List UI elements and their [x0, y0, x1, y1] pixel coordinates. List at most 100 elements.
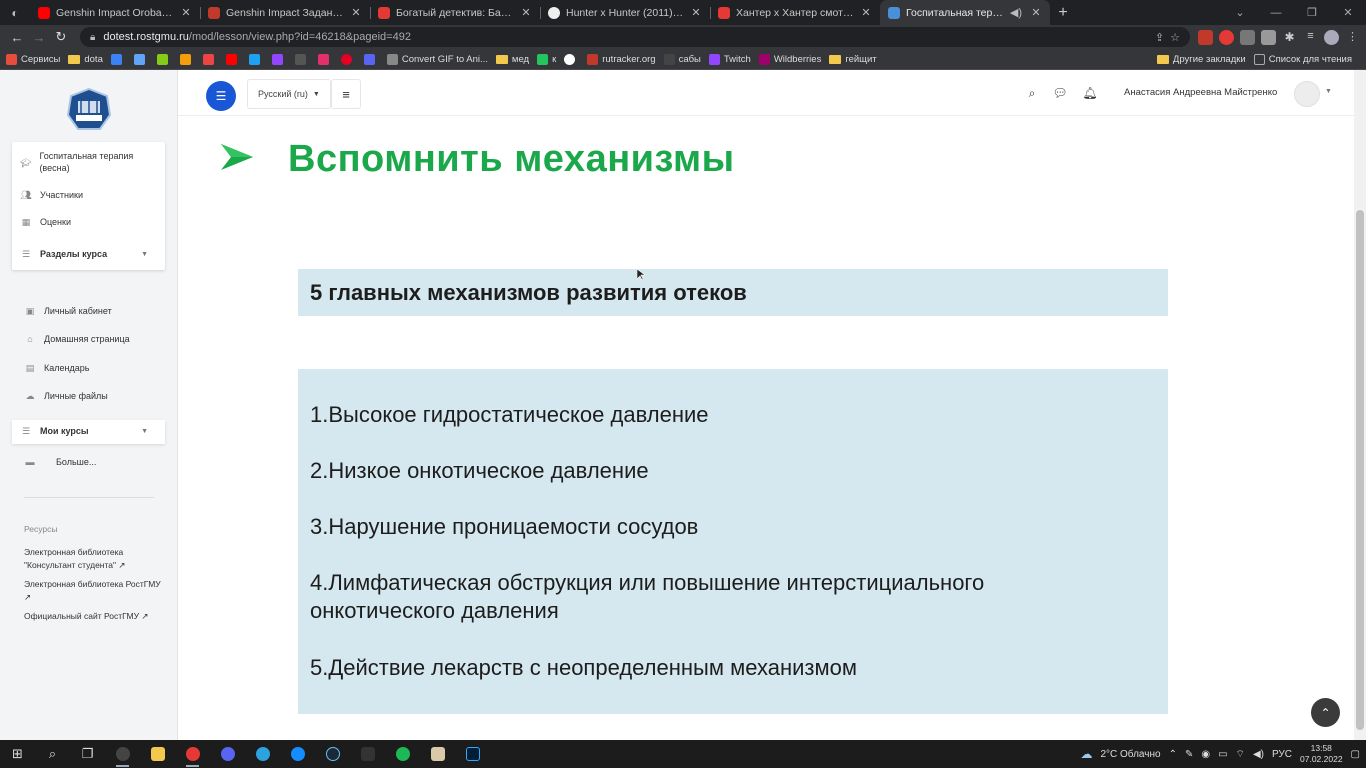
tab-search-icon[interactable]: ◐: [0, 0, 30, 25]
sidebar-item-my-courses[interactable]: ☰ Мои курсы ▼: [20, 426, 160, 436]
reading-list[interactable]: Список для чтения: [1253, 53, 1352, 65]
notifications-icon[interactable]: ▢: [1351, 749, 1360, 760]
close-icon[interactable]: ✕: [180, 6, 192, 19]
input-language[interactable]: РУС: [1272, 749, 1292, 760]
bookmark-item[interactable]: [564, 53, 579, 65]
language-select[interactable]: Русский (ru) ▼: [247, 79, 331, 109]
taskbar-app-obs[interactable]: [105, 740, 140, 768]
bookmark-folder[interactable]: гейщит: [829, 54, 877, 65]
volume-icon[interactable]: ◀): [1253, 749, 1264, 760]
taskbar-app-discord[interactable]: [210, 740, 245, 768]
page-scrollbar[interactable]: [1354, 70, 1366, 740]
resource-link-library[interactable]: Электронная библиотека РостГМУ ↗: [24, 578, 164, 603]
bookmark-folder[interactable]: Другие закладки: [1156, 54, 1246, 65]
taskbar-app-battlenet[interactable]: [280, 740, 315, 768]
tab-3[interactable]: Hunter x Hunter (2011) / Аниме ✕: [540, 0, 710, 25]
battery-icon[interactable]: ▭: [1218, 749, 1227, 760]
extension-icon[interactable]: [1240, 29, 1255, 45]
maximize-icon[interactable]: ❐: [1294, 0, 1330, 25]
new-tab-button[interactable]: +: [1050, 0, 1076, 25]
rostgmu-logo[interactable]: [66, 87, 112, 133]
clock[interactable]: 13:58 07.02.2022: [1300, 743, 1343, 765]
taskbar-app-photoshop[interactable]: [455, 740, 490, 768]
window-close-icon[interactable]: ✕: [1330, 0, 1366, 25]
search-icon[interactable]: ⌕: [1024, 85, 1040, 101]
chevron-down-icon[interactable]: ▼: [1325, 88, 1332, 95]
taskbar-app-steam[interactable]: [315, 740, 350, 768]
sidebar-item-participants[interactable]: 👥︎ Участники: [20, 190, 83, 200]
sidebar-item-grades[interactable]: ▦ Оценки: [20, 217, 71, 227]
extension-icon[interactable]: [1261, 29, 1276, 45]
taskbar-app-explorer[interactable]: [140, 740, 175, 768]
close-icon[interactable]: ✕: [350, 6, 362, 19]
tab-0[interactable]: Genshin Impact Orobashi's Legac ✕: [30, 0, 200, 25]
bookmark-item[interactable]: [110, 53, 126, 65]
tab-4[interactable]: Хантер х Хантер смотреть онла ✕: [710, 0, 880, 25]
bookmark-item[interactable]: [179, 53, 195, 65]
sidebar-item-sections[interactable]: ☰ Разделы курса ▼: [20, 249, 160, 259]
weather-cloud-icon[interactable]: ☁︎: [1080, 747, 1092, 761]
taskbar-app-telegram[interactable]: [245, 740, 280, 768]
sidebar-item-more[interactable]: ▬ Больше...: [24, 457, 97, 467]
resource-link-official-site[interactable]: Официальный сайт РостГМУ ↗: [24, 610, 164, 623]
taskbar-app-chrome[interactable]: [175, 740, 210, 768]
scrollbar-thumb[interactable]: [1356, 210, 1364, 730]
weather-label[interactable]: 2°C Облачно: [1100, 749, 1160, 760]
close-icon[interactable]: ✕: [1030, 6, 1042, 19]
discord-tray-icon[interactable]: ◉: [1201, 749, 1210, 760]
bookmark-item[interactable]: Сервисы: [6, 53, 60, 65]
taskbar-app-paint[interactable]: [420, 740, 455, 768]
user-name[interactable]: Анастасия Андреевна Майстренко: [1124, 87, 1277, 98]
windows-start-icon[interactable]: ⊞: [0, 740, 35, 768]
bookmark-item[interactable]: [133, 53, 149, 65]
chevron-up-icon[interactable]: ⌃: [1169, 749, 1177, 760]
profile-avatar[interactable]: [1324, 29, 1339, 45]
sidebar-item-calendar[interactable]: ▤ Календарь: [24, 363, 90, 373]
bookmark-item[interactable]: [294, 53, 310, 65]
drawer-toggle-button[interactable]: ☰: [206, 81, 236, 111]
avatar[interactable]: [1294, 81, 1320, 107]
bookmark-item[interactable]: [340, 53, 356, 65]
media-icon[interactable]: ≡: [1303, 30, 1318, 45]
bookmark-item[interactable]: [202, 53, 218, 65]
tab-5-active[interactable]: Госпитальная терапия (весна) ◀) ✕: [880, 0, 1050, 25]
bookmark-folder[interactable]: dota: [68, 54, 103, 65]
network-icon[interactable]: ⌔: [1236, 748, 1245, 761]
pen-icon[interactable]: ✎: [1185, 749, 1193, 760]
adblock-icon[interactable]: [1198, 29, 1213, 45]
notifications-bell-icon[interactable]: 🔔︎: [1082, 85, 1098, 101]
tab-list-icon[interactable]: ⌄: [1222, 0, 1258, 25]
sidebar-item-dashboard[interactable]: ▣ Личный кабинет: [24, 306, 112, 316]
bookmark-item[interactable]: [156, 53, 172, 65]
search-icon[interactable]: ⌕: [35, 740, 70, 768]
reload-icon[interactable]: ↻: [50, 26, 72, 48]
tab-2[interactable]: Богатый детектив: Баланс: Неог ✕: [370, 0, 540, 25]
back-icon[interactable]: ←: [6, 26, 28, 48]
taskbar-app-epic[interactable]: [350, 740, 385, 768]
share-icon[interactable]: ⇪: [1155, 31, 1164, 44]
bookmark-item[interactable]: сабы: [663, 53, 701, 65]
menu-dots-icon[interactable]: ⋮: [1345, 30, 1360, 45]
resource-link-konsultant[interactable]: Электронная библиотека "Консультант студ…: [24, 546, 164, 571]
bookmark-item[interactable]: rutracker.org: [587, 53, 656, 65]
bookmark-item[interactable]: [363, 53, 379, 65]
sidebar-item-course[interactable]: 🎓︎ Госпитальная терапия (весна): [20, 150, 160, 174]
extension-icon[interactable]: [1219, 29, 1234, 45]
taskbar-app-spotify[interactable]: [385, 740, 420, 768]
sidebar-item-home[interactable]: ⌂ Домашняя страница: [24, 334, 129, 344]
bookmark-item[interactable]: [271, 53, 287, 65]
bookmark-item[interactable]: Twitch: [708, 53, 751, 65]
bookmark-item[interactable]: [225, 53, 241, 65]
puzzle-icon[interactable]: ✱: [1282, 30, 1297, 45]
bookmark-folder[interactable]: мед: [495, 54, 529, 65]
url-input[interactable]: 🔒︎ dotest.rostgmu.ru /mod/lesson/view.ph…: [80, 27, 1190, 47]
back-to-top-button[interactable]: ⌃: [1311, 698, 1340, 727]
sidebar-item-files[interactable]: ☁︎ Личные файлы: [24, 391, 108, 401]
bookmark-item[interactable]: [317, 53, 333, 65]
close-icon[interactable]: ✕: [520, 6, 532, 19]
bookmark-star-icon[interactable]: ☆: [1170, 31, 1180, 44]
task-view-icon[interactable]: ❐: [70, 740, 105, 768]
menu-button[interactable]: ≡: [331, 79, 361, 109]
messages-icon[interactable]: 💬︎: [1052, 85, 1068, 101]
forward-icon[interactable]: →: [28, 26, 50, 48]
